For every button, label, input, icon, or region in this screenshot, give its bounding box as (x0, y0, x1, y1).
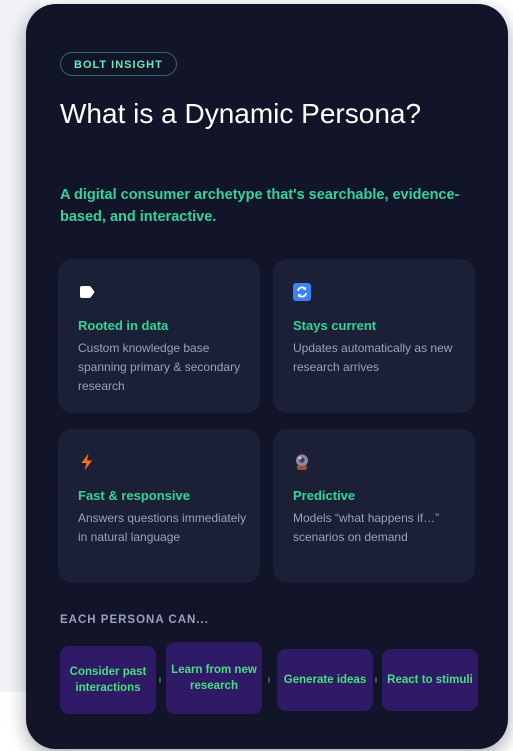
persona-info-card: BOLT INSIGHT What is a Dynamic Persona? … (26, 4, 508, 749)
feature-heading: Stays current (293, 318, 377, 333)
capability-pill: Learn from new research (166, 642, 262, 714)
feature-heading: Rooted in data (78, 318, 169, 333)
step-separator (375, 677, 377, 683)
lightning-icon (81, 453, 92, 471)
feature-card-rooted-in-data: Rooted in data Custom knowledge base spa… (58, 259, 260, 413)
feature-heading: Predictive (293, 488, 356, 503)
subtitle: A digital consumer archetype that's sear… (60, 187, 460, 225)
feature-card-predictive: Predictive Models “what happens if…” sce… (273, 429, 475, 583)
capability-pill: Generate ideas (277, 649, 373, 711)
refresh-icon (293, 283, 311, 301)
feature-description: Custom knowledge base spanning primary &… (78, 341, 241, 393)
feature-description: Answers questions immediately in natural… (78, 511, 247, 544)
feature-heading: Fast & responsive (78, 488, 190, 503)
crystal-ball-icon (296, 454, 308, 470)
page-title: What is a Dynamic Persona? (60, 98, 422, 129)
step-separator (159, 677, 161, 683)
capabilities-label: EACH PERSONA CAN... (60, 614, 209, 626)
step-separator (268, 677, 270, 683)
feature-description: Models “what happens if…” scenarios on d… (293, 511, 440, 544)
feature-card-fast-responsive: Fast & responsive Answers questions imme… (58, 429, 260, 583)
bolt-insight-badge: BOLT INSIGHT (60, 52, 177, 76)
feature-card-stays-current: Stays current Updates automatically as n… (273, 259, 475, 413)
feature-description: Updates automatically as new research ar… (293, 341, 453, 374)
capability-pill: React to stimuli (382, 649, 478, 711)
tag-icon (80, 286, 95, 298)
capability-pill: Consider past interactions (60, 646, 156, 714)
